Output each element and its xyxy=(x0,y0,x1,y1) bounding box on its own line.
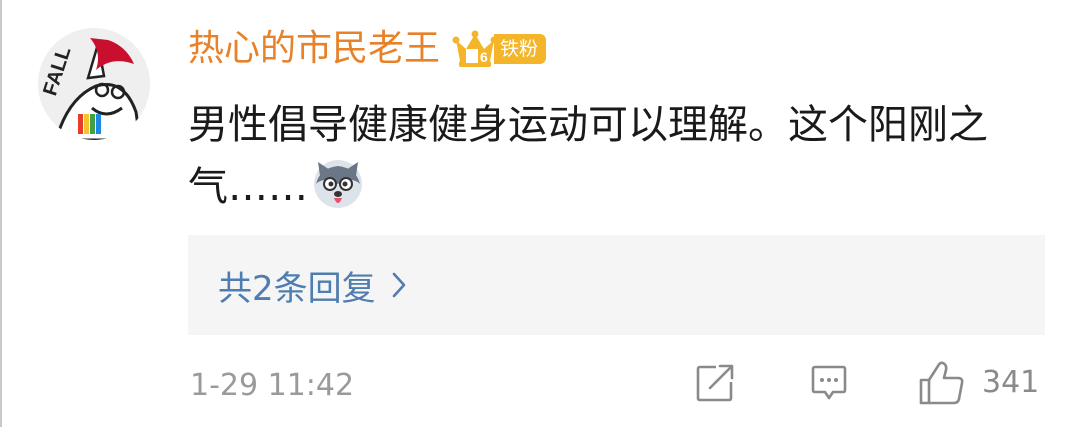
comment-text: 男性倡导健康健身运动可以理解。这个阳刚之气…… xyxy=(188,102,988,210)
chevron-right-icon xyxy=(392,272,405,298)
comment-timestamp: 1-29 11:42 xyxy=(190,368,355,403)
fan-badge-label: 铁粉 xyxy=(494,34,547,64)
view-replies-label: 共2条回复 xyxy=(218,268,376,309)
like-button[interactable]: 341 xyxy=(918,360,1039,406)
username[interactable]: 热心的市民老王 xyxy=(188,24,440,74)
thumbs-up-icon xyxy=(919,361,964,405)
repost-icon xyxy=(696,364,734,402)
replies-box: 共2条回复 xyxy=(188,235,1045,335)
view-replies-link[interactable]: 共2条回复 xyxy=(218,263,406,309)
repost-button[interactable] xyxy=(694,362,736,404)
husky-dog-emoji xyxy=(312,158,364,228)
comment-body: 男性倡导健康健身运动可以理解。这个阳刚之气…… xyxy=(188,94,1048,228)
like-count: 341 xyxy=(982,365,1040,400)
reply-button[interactable] xyxy=(808,362,850,404)
reply-icon xyxy=(811,365,847,400)
avatar[interactable]: FALL xyxy=(38,28,150,140)
crown-icon: 6 xyxy=(452,30,498,67)
left-divider xyxy=(0,0,2,427)
username-row: 热心的市民老王 6 铁粉 xyxy=(188,24,547,74)
fan-badge[interactable]: 6 铁粉 xyxy=(452,29,547,69)
fan-level: 6 xyxy=(480,49,488,65)
